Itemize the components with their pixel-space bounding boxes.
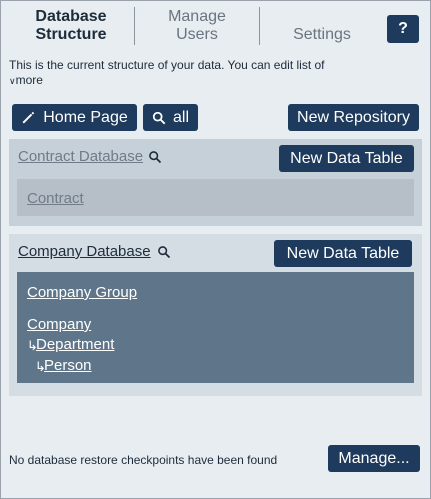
database-section: Contract Database New Data Table Contrac… xyxy=(9,139,422,226)
new-repository-button[interactable]: New Repository xyxy=(288,104,419,131)
database-header: Company Database New Data Table xyxy=(9,234,422,270)
home-page-label: Home Page xyxy=(43,108,128,126)
restore-status-text: No database restore checkpoints have bee… xyxy=(9,453,278,467)
database-title-link[interactable]: Company Database xyxy=(18,243,151,260)
table-list: Contract xyxy=(17,179,414,216)
home-page-button[interactable]: Home Page xyxy=(12,104,137,131)
new-data-table-button[interactable]: New Data Table xyxy=(274,240,412,267)
intro-text: This is the current structure of your da… xyxy=(9,58,325,72)
new-data-table-button[interactable]: New Data Table xyxy=(279,145,414,172)
chevron-down-icon: ∨ xyxy=(9,76,16,86)
table-link-contract[interactable]: Contract xyxy=(27,190,84,207)
table-link-person[interactable]: Person xyxy=(44,357,92,374)
search-icon[interactable] xyxy=(148,150,162,164)
table-link-company[interactable]: Company xyxy=(27,316,91,333)
intro-text-block: This is the current structure of your da… xyxy=(9,58,419,89)
more-link[interactable]: ∨more xyxy=(9,73,419,89)
tab-manage-users[interactable]: Manage Users xyxy=(135,7,259,45)
tab-label-line1: Manage xyxy=(168,8,226,25)
more-label: more xyxy=(15,73,43,87)
database-title-row: Contract Database xyxy=(18,148,162,165)
manage-checkpoints-button[interactable]: Manage... xyxy=(328,445,420,472)
app-window: Database Structure Manage Users Settings… xyxy=(0,0,431,499)
pencil-icon xyxy=(23,111,35,124)
database-header: Contract Database New Data Table xyxy=(9,139,422,175)
tab-label-line2: Users xyxy=(176,26,218,43)
tab-label-line1: Database xyxy=(35,8,107,25)
database-section: Company Database New Data Table Company … xyxy=(9,234,422,396)
search-icon xyxy=(152,111,166,124)
search-all-label: all xyxy=(172,108,189,126)
database-title-link[interactable]: Contract Database xyxy=(18,148,143,165)
table-link-department[interactable]: Department xyxy=(36,336,114,353)
database-title-row: Company Database xyxy=(18,243,171,260)
search-all-button[interactable]: all xyxy=(143,104,198,131)
tab-label: Settings xyxy=(293,26,351,43)
table-list: Company Group Company ↳ Department ↳ Per… xyxy=(17,272,414,383)
tab-settings[interactable]: Settings xyxy=(260,17,384,53)
tab-bar: Database Structure Manage Users Settings… xyxy=(1,1,430,51)
tab-label-line2: Structure xyxy=(35,26,107,43)
search-icon[interactable] xyxy=(157,245,171,259)
tab-database-structure[interactable]: Database Structure xyxy=(9,7,133,45)
help-button[interactable]: ? xyxy=(387,15,419,43)
table-link-company-group[interactable]: Company Group xyxy=(27,284,137,301)
